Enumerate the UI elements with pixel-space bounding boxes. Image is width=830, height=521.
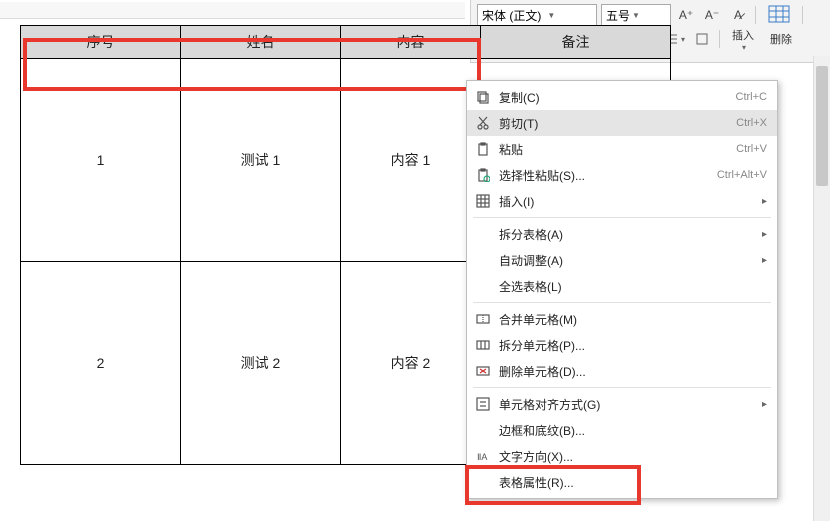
menu-shortcut: Ctrl+X	[736, 117, 767, 129]
copy-icon	[473, 90, 493, 104]
horizontal-ruler	[0, 2, 465, 19]
menu-separator	[473, 302, 771, 303]
menu-item[interactable]: ⅡA 文字方向(X)...	[467, 443, 777, 469]
menu-item[interactable]: 边框和底纹(B)...	[467, 417, 777, 443]
header-name[interactable]: 姓名	[181, 26, 341, 59]
svg-text:ⅡA: ⅡA	[477, 452, 487, 462]
paste-icon	[473, 142, 493, 156]
separator	[719, 30, 720, 48]
caret-down-icon: ▼	[547, 11, 555, 20]
split-icon	[473, 338, 493, 352]
cell-content[interactable]: 内容 1	[341, 59, 481, 262]
header-no[interactable]: 序号	[21, 26, 181, 59]
cell-no[interactable]: 2	[21, 262, 181, 465]
separator	[802, 6, 803, 24]
cell-content[interactable]: 内容 2	[341, 262, 481, 465]
menu-label: 选择性粘贴(S)...	[493, 167, 717, 184]
menu-item[interactable]: 合并单元格(M)	[467, 306, 777, 332]
submenu-arrow-icon: ▸	[756, 196, 767, 207]
merge-icon	[473, 312, 493, 326]
font-name-selector[interactable]: 宋体 (正文) ▼	[477, 4, 597, 26]
delete-cell-icon	[473, 364, 493, 378]
menu-item[interactable]: 粘贴Ctrl+V	[467, 136, 777, 162]
caret-down-icon: ▼	[632, 11, 640, 20]
submenu-arrow-icon: ▸	[756, 255, 767, 266]
increase-font-button[interactable]: A⁺	[675, 5, 697, 25]
indent-icon	[695, 32, 709, 46]
menu-item[interactable]: 表格属性(R)...	[467, 469, 777, 495]
header-content[interactable]: 内容	[341, 26, 481, 59]
menu-label: 全选表格(L)	[493, 278, 767, 295]
menu-label: 插入(I)	[493, 193, 756, 210]
menu-label: 表格属性(R)...	[493, 474, 767, 491]
scroll-thumb[interactable]	[816, 66, 828, 186]
separator	[755, 6, 756, 24]
cell-name[interactable]: 测试 2	[181, 262, 341, 465]
menu-label: 剪切(T)	[493, 115, 736, 132]
menu-item[interactable]: 复制(C)Ctrl+C	[467, 84, 777, 110]
menu-label: 合并单元格(M)	[493, 311, 767, 328]
menu-label: 自动调整(A)	[493, 252, 756, 269]
table-grid-button[interactable]	[762, 3, 796, 27]
cell-no[interactable]: 1	[21, 59, 181, 262]
menu-label: 单元格对齐方式(G)	[493, 396, 756, 413]
vertical-scrollbar[interactable]	[813, 56, 830, 521]
grid-icon	[768, 5, 790, 23]
menu-separator	[473, 387, 771, 388]
font-size-selector[interactable]: 五号 ▼	[601, 4, 671, 26]
paste-special-icon	[473, 168, 493, 182]
font-name-value: 宋体 (正文)	[482, 7, 541, 24]
menu-item[interactable]: 插入(I)▸	[467, 188, 777, 214]
clear-format-button[interactable]: A̷	[727, 5, 749, 25]
menu-item[interactable]: 全选表格(L)	[467, 273, 777, 299]
decrease-font-button[interactable]: A⁻	[701, 5, 723, 25]
insert-icon	[473, 194, 493, 208]
cell-name[interactable]: 测试 1	[181, 59, 341, 262]
menu-item[interactable]: 拆分单元格(P)...	[467, 332, 777, 358]
menu-shortcut: Ctrl+V	[736, 143, 767, 155]
menu-separator	[473, 217, 771, 218]
header-note[interactable]: 备注	[481, 26, 671, 59]
align-icon	[473, 397, 493, 411]
submenu-arrow-icon: ▸	[756, 229, 767, 240]
menu-label: 删除单元格(D)...	[493, 363, 767, 380]
menu-item[interactable]: 删除单元格(D)...	[467, 358, 777, 384]
cut-icon	[473, 116, 493, 130]
menu-item[interactable]: 自动调整(A)▸	[467, 247, 777, 273]
font-size-value: 五号	[606, 7, 630, 24]
menu-label: 拆分单元格(P)...	[493, 337, 767, 354]
text-dir-icon: ⅡA	[473, 449, 493, 463]
menu-label: 文字方向(X)...	[493, 448, 767, 465]
menu-item[interactable]: 选择性粘贴(S)...Ctrl+Alt+V	[467, 162, 777, 188]
delete-button[interactable]: 删除	[764, 29, 798, 49]
menu-item[interactable]: 剪切(T)Ctrl+X	[467, 110, 777, 136]
menu-label: 边框和底纹(B)...	[493, 422, 767, 439]
context-menu: 复制(C)Ctrl+C剪切(T)Ctrl+X粘贴Ctrl+V选择性粘贴(S)..…	[466, 80, 778, 499]
menu-label: 拆分表格(A)	[493, 226, 756, 243]
menu-item[interactable]: 拆分表格(A)▸	[467, 221, 777, 247]
menu-label: 粘贴	[493, 141, 736, 158]
table-header-row[interactable]: 序号 姓名 内容 备注	[21, 26, 671, 59]
submenu-arrow-icon: ▸	[756, 399, 767, 410]
menu-shortcut: Ctrl+C	[736, 91, 767, 103]
menu-shortcut: Ctrl+Alt+V	[717, 169, 767, 181]
insert-button[interactable]: 插入▾	[726, 25, 760, 54]
indent-button[interactable]	[691, 29, 713, 49]
menu-label: 复制(C)	[493, 89, 736, 106]
menu-item[interactable]: 单元格对齐方式(G)▸	[467, 391, 777, 417]
